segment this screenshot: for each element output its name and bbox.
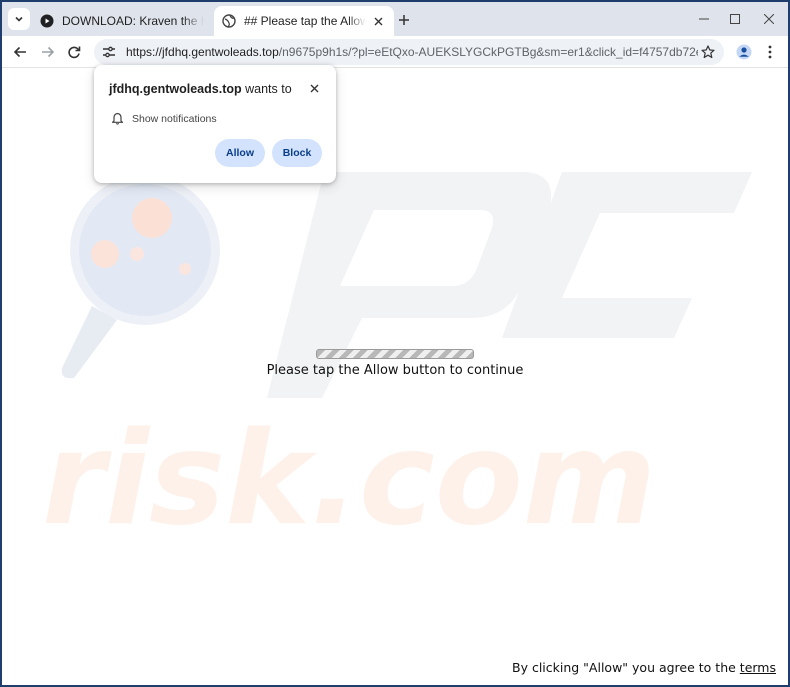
close-icon (764, 14, 774, 24)
plus-icon (399, 15, 409, 25)
maximize-icon (730, 14, 740, 24)
popup-close-button[interactable] (306, 80, 322, 96)
tab-download-kraven[interactable]: DOWNLOAD: Kraven the Hunter (32, 6, 212, 36)
tab-title: DOWNLOAD: Kraven the Hunter (62, 14, 204, 28)
maximize-button[interactable] (720, 8, 750, 30)
permission-row: Show notifications (111, 112, 217, 125)
close-icon (310, 84, 318, 92)
star-icon (701, 45, 715, 59)
site-info-button[interactable] (100, 43, 118, 61)
bell-icon (111, 112, 124, 125)
media-play-icon (40, 14, 54, 28)
popup-suffix: wants to (241, 82, 292, 96)
forward-arrow-icon (42, 46, 55, 58)
block-button[interactable]: Block (272, 139, 322, 167)
url-text[interactable]: https://jfdhq.gentwoleads.top/n9675p9h1s… (126, 45, 698, 59)
permission-label: Show notifications (132, 112, 217, 125)
close-icon (374, 17, 382, 25)
close-tab-button[interactable] (370, 13, 386, 29)
forward-button[interactable] (36, 40, 60, 64)
tune-icon (103, 46, 115, 58)
profile-button[interactable] (732, 40, 756, 64)
chevron-down-icon (15, 16, 23, 22)
address-bar[interactable]: https://jfdhq.gentwoleads.top/n9675p9h1s… (94, 39, 724, 65)
reload-icon (68, 46, 81, 59)
footer-terms-text: By clicking "Allow" you agree to the ter… (512, 660, 776, 675)
avatar-icon (736, 44, 752, 60)
browser-window: DOWNLOAD: Kraven the Hunter ## Please ta… (2, 2, 788, 685)
notification-permission-popup: jfdhq.gentwoleads.top wants to Show noti… (94, 65, 336, 183)
tab-search-button[interactable] (8, 8, 30, 30)
bookmark-button[interactable] (698, 42, 718, 62)
tab-title: ## Please tap the Allow button (244, 14, 366, 28)
minimize-button[interactable] (689, 8, 719, 30)
toolbar: https://jfdhq.gentwoleads.top/n9675p9h1s… (2, 36, 788, 68)
tab-strip: DOWNLOAD: Kraven the Hunter ## Please ta… (2, 2, 788, 36)
svg-text:risk.com: risk.com (42, 405, 656, 554)
back-button[interactable] (8, 40, 32, 64)
menu-button[interactable] (758, 40, 782, 64)
page-message: Please tap the Allow button to continue (266, 363, 524, 378)
allow-button[interactable]: Allow (215, 139, 265, 167)
back-arrow-icon (13, 46, 26, 58)
footer-prefix: By clicking "Allow" you agree to the (512, 660, 740, 675)
globe-icon (222, 14, 236, 28)
progress-bar (316, 349, 474, 359)
tab-allow-button[interactable]: ## Please tap the Allow button (214, 6, 394, 36)
more-vert-icon (768, 45, 772, 59)
popup-title: jfdhq.gentwoleads.top wants to (109, 82, 292, 96)
url-host: https://jfdhq.gentwoleads.top (126, 45, 279, 59)
new-tab-button[interactable] (394, 10, 414, 30)
close-window-button[interactable] (754, 8, 784, 30)
url-path: /n9675p9h1s/?pl=eEtQxo-AUEKSLYGCkPGTBg&s… (278, 45, 698, 59)
minimize-icon (699, 18, 709, 20)
reload-button[interactable] (62, 40, 86, 64)
terms-link[interactable]: terms (740, 660, 776, 675)
popup-site: jfdhq.gentwoleads.top (109, 82, 242, 96)
